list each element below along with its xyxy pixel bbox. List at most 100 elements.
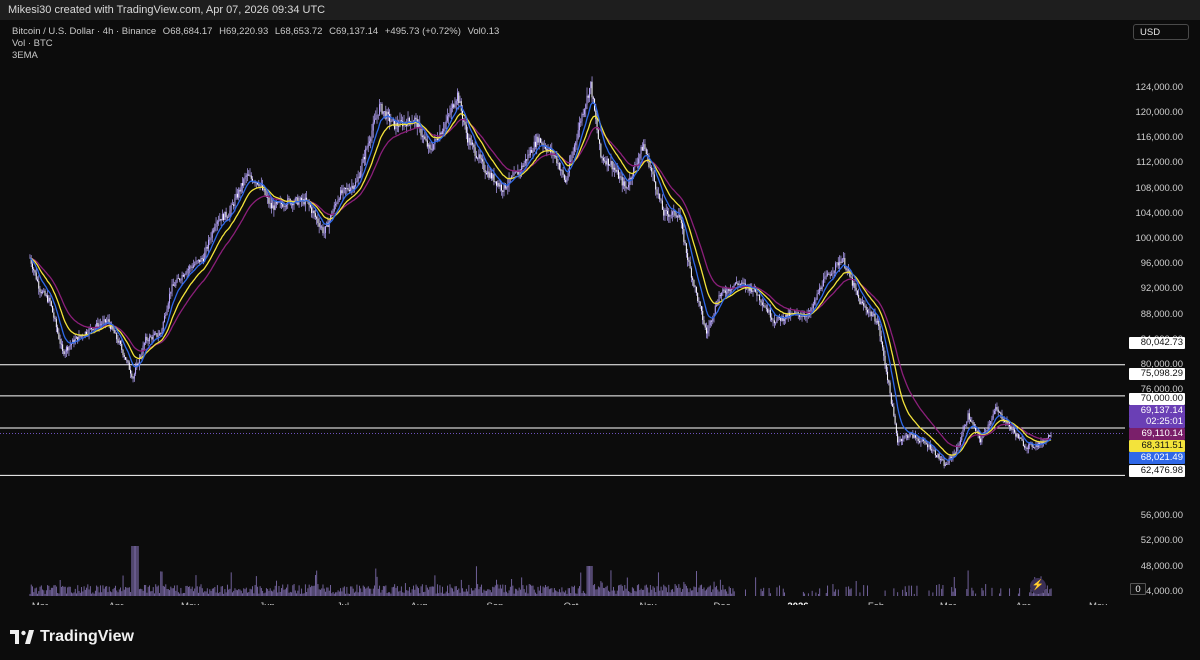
- candle-body: [465, 124, 467, 133]
- candle-body: [688, 260, 690, 262]
- candle-body: [167, 303, 169, 310]
- candle-body: [858, 294, 860, 299]
- candle-body: [450, 108, 452, 114]
- candle-body: [423, 136, 425, 138]
- candle-body: [233, 204, 235, 206]
- volume-bar: [66, 593, 67, 596]
- volume-bar: [454, 586, 456, 596]
- volume-bar: [243, 588, 245, 596]
- volume-bar: [201, 588, 203, 596]
- candle-body: [58, 332, 60, 339]
- volume-bar: [565, 590, 567, 596]
- volume-bar: [545, 584, 547, 596]
- volume-bar: [423, 592, 425, 596]
- price-chart[interactable]: [0, 20, 1125, 605]
- candle-body: [583, 109, 585, 115]
- volume-bar: [58, 593, 60, 596]
- candle-body: [1025, 447, 1027, 449]
- volume-bar: [218, 593, 220, 596]
- volume-bar: [157, 585, 159, 596]
- candle-body: [1020, 437, 1022, 439]
- volume-bar: [975, 593, 977, 596]
- candle-body: [741, 282, 743, 285]
- price-scale-tick: 56,000.00: [1140, 510, 1183, 522]
- candle-body: [1049, 435, 1051, 437]
- candle-body: [130, 369, 132, 374]
- volume-bar: [634, 590, 636, 596]
- volume-bar: [513, 593, 515, 596]
- volume-bar: [253, 593, 255, 596]
- chart-caption: Mikesi30 created with TradingView.com, A…: [8, 4, 326, 16]
- volume-bar: [569, 588, 570, 596]
- volume-bar: [602, 587, 604, 596]
- candle-body: [50, 301, 52, 307]
- volume-bar: [570, 593, 572, 596]
- volume-bar: [942, 585, 944, 596]
- volume-bar: [604, 588, 606, 596]
- volume-bar: [708, 586, 710, 596]
- candle-body: [644, 144, 646, 150]
- candle-body: [728, 288, 730, 292]
- candle-body: [133, 373, 135, 379]
- candle-body: [180, 279, 182, 281]
- volume-bar: [316, 570, 318, 596]
- candle-body: [125, 357, 127, 360]
- volume-bar: [122, 575, 124, 596]
- candle-body: [783, 319, 785, 322]
- volume-bar: [292, 585, 294, 596]
- candle-body: [42, 291, 44, 294]
- candle-body: [772, 319, 774, 321]
- volume-bar: [497, 584, 499, 596]
- candle-body: [430, 148, 432, 150]
- candle-body: [840, 261, 842, 263]
- tradingview-logo[interactable]: TradingView: [10, 628, 134, 646]
- volume-bar: [219, 592, 221, 596]
- currency-button[interactable]: USD: [1133, 24, 1189, 40]
- legend-volume-indicator[interactable]: Vol · BTC: [12, 38, 499, 50]
- candle-body: [604, 160, 606, 162]
- candle-body: [341, 190, 343, 194]
- candle-body: [225, 211, 227, 218]
- candle-body: [635, 164, 637, 165]
- candle-body: [752, 290, 754, 292]
- candle-body: [560, 169, 562, 171]
- candle-body: [468, 137, 470, 143]
- candle-body: [272, 205, 274, 209]
- lightning-icon[interactable]: ⚡: [1030, 578, 1046, 594]
- volume-bar: [44, 593, 46, 596]
- candle-body: [179, 278, 181, 281]
- candle-body: [523, 163, 525, 167]
- volume-bar: [913, 593, 915, 596]
- candle-body: [998, 412, 1000, 413]
- volume-bar: [185, 585, 187, 596]
- legend-ema-indicator[interactable]: 3EMA: [12, 50, 499, 62]
- volume-bar: [380, 592, 382, 596]
- volume-bar: [560, 592, 562, 596]
- candle-body: [591, 81, 593, 98]
- volume-bar: [694, 587, 696, 596]
- candle-body: [638, 158, 640, 164]
- candle-body: [757, 294, 759, 296]
- candle-body: [455, 100, 457, 105]
- candle-body: [400, 120, 402, 122]
- candle-body: [693, 279, 695, 287]
- candle-body: [69, 345, 71, 347]
- candle-body: [351, 185, 353, 189]
- candle-body: [199, 259, 201, 263]
- volume-bar: [701, 584, 702, 596]
- volume-bar: [89, 586, 91, 596]
- volume-bar: [255, 576, 257, 596]
- candle-body: [67, 347, 69, 351]
- volume-bar: [35, 587, 37, 596]
- volume-bar: [98, 592, 100, 596]
- candle-body: [367, 143, 369, 148]
- candle-body: [258, 184, 260, 186]
- candle-body: [924, 440, 926, 444]
- volume-bar: [660, 586, 662, 596]
- volume-bar: [661, 590, 663, 596]
- candle-body: [75, 336, 77, 339]
- volume-bar: [463, 591, 465, 596]
- volume-bar: [779, 585, 780, 596]
- volume-bar: [499, 584, 501, 596]
- volume-bar: [133, 546, 135, 596]
